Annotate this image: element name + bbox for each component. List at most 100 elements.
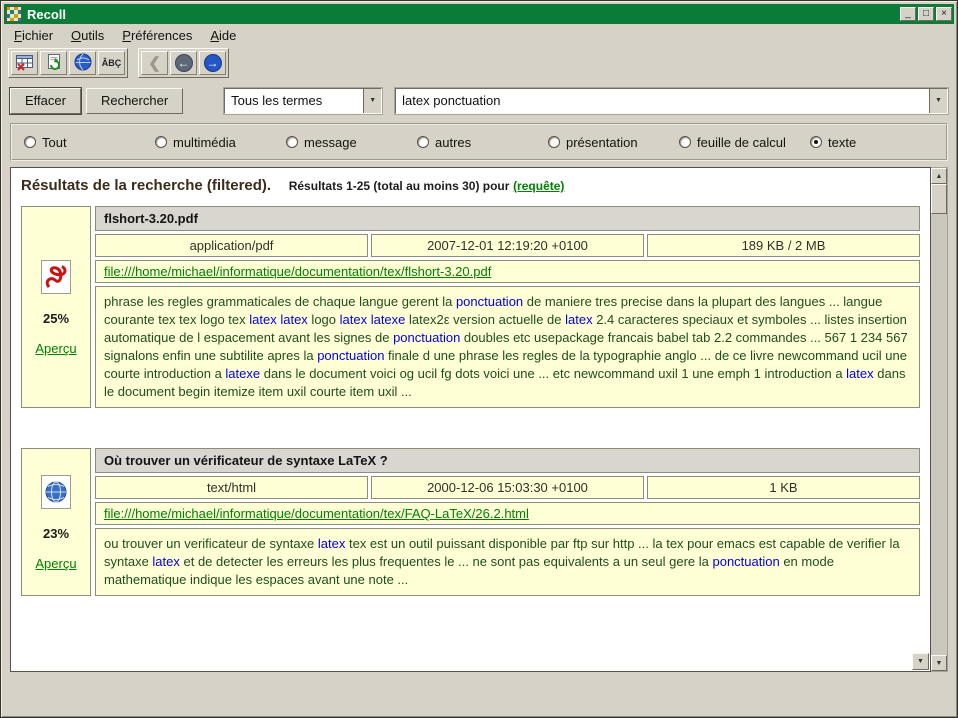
search-mode-select[interactable]: Tous les termes ▼ [224, 88, 382, 114]
html-icon [39, 473, 73, 511]
radio-icon [286, 136, 298, 148]
first-page-button[interactable]: ❮ [141, 51, 168, 75]
result-date: 2000-12-06 15:03:30 +0100 [371, 476, 644, 499]
result-side: 23% Aperçu [21, 448, 91, 596]
result-url-row: file:///home/michael/informatique/docume… [95, 260, 920, 283]
highlighted-term: ponctuation [712, 554, 779, 569]
relevance-percent: 25% [43, 311, 69, 326]
relevance-percent: 23% [43, 526, 69, 541]
search-bar: Effacer Rechercher Tous les termes ▼ ▼ [4, 87, 954, 114]
menu-preferences[interactable]: Préférences [122, 28, 192, 43]
filter-texte[interactable]: texte [810, 135, 941, 150]
update-index-button[interactable] [40, 51, 67, 75]
filter-autres[interactable]: autres [417, 135, 548, 150]
term-explorer-icon: ÂBÇ [102, 58, 122, 68]
term-explorer-button[interactable]: ÂBÇ [98, 51, 125, 75]
filter-label: Tout [42, 135, 67, 150]
globe-icon [74, 53, 92, 74]
radio-icon [417, 136, 429, 148]
highlighted-term: latex latexe [340, 312, 406, 327]
result-main: Où trouver un vérificateur de syntaxe La… [95, 448, 920, 596]
filter-feuille-de-calcul[interactable]: feuille de calcul [679, 135, 810, 150]
next-page-icon: → [204, 54, 222, 72]
radio-icon [155, 136, 167, 148]
result-abstract: ou trouver un verificateur de syntaxe la… [95, 528, 920, 596]
search-mode-arrow-button[interactable]: ▼ [363, 89, 381, 113]
filter-label: texte [828, 135, 856, 150]
result-list: 25% Aperçu flshort-3.20.pdf application/pdf… [11, 198, 930, 596]
highlighted-term: latex latex [249, 312, 308, 327]
next-page-button[interactable]: → [199, 51, 226, 75]
highlighted-term: ponctuation [393, 330, 460, 345]
results-summary: Résultats 1-25 (total au moins 30) pour [289, 179, 510, 193]
menu-outils[interactable]: Outils [71, 28, 104, 43]
scroll-track[interactable] [931, 214, 947, 655]
scroll-thumb[interactable] [931, 184, 947, 214]
filter-tout[interactable]: Tout [24, 135, 155, 150]
result-meta-row: application/pdf2007-12-01 12:19:20 +0100… [95, 234, 920, 257]
clear-search-button[interactable] [11, 51, 38, 75]
radio-checked-icon [810, 136, 822, 148]
result-main: flshort-3.20.pdf application/pdf2007-12-0… [95, 206, 920, 408]
result-abstract: phrase les regles grammaticales de chaqu… [95, 286, 920, 408]
abstract-text: latex2ε version actuelle de [405, 312, 565, 327]
titlebar[interactable]: Recoll _ □ × [4, 4, 954, 24]
query-link[interactable]: (requête) [513, 179, 564, 193]
query-details-button[interactable] [69, 51, 96, 75]
search-history-arrow-button[interactable]: ▼ [929, 89, 947, 113]
search-input[interactable] [396, 89, 929, 113]
result-url-link[interactable]: file:///home/michael/informatique/docume… [104, 506, 529, 521]
menu-aide[interactable]: Aide [210, 28, 236, 43]
result-mime: application/pdf [95, 234, 368, 257]
filter-multimedia[interactable]: multimédia [155, 135, 286, 150]
results-area: Résultats de la recherche (filtered). Ré… [10, 167, 948, 672]
toolbar-group-nav: ❮ ← → [138, 48, 229, 78]
pdf-icon [39, 258, 73, 296]
radio-icon [679, 136, 691, 148]
preview-link[interactable]: Aperçu [35, 341, 76, 356]
result-side: 25% Aperçu [21, 206, 91, 408]
result-mime: text/html [95, 476, 368, 499]
preview-link[interactable]: Aperçu [35, 556, 76, 571]
toolbar: ÂBÇ ❮ ← → [4, 47, 954, 79]
prev-page-button[interactable]: ← [170, 51, 197, 75]
result-size: 1 KB [647, 476, 920, 499]
abstract-text: ou trouver un verificateur de syntaxe [104, 536, 318, 551]
abstract-text: logo [308, 312, 340, 327]
scroll-up-button[interactable]: ▲ [931, 168, 947, 184]
search-mode-value: Tous les termes [225, 93, 363, 108]
clear-button[interactable]: Effacer [10, 88, 81, 114]
chevron-down-icon: ▼ [935, 97, 942, 104]
filter-presentation[interactable]: présentation [548, 135, 679, 150]
filter-label: message [304, 135, 357, 150]
search-button[interactable]: Rechercher [86, 88, 183, 114]
result-title: Où trouver un vérificateur de syntaxe La… [95, 448, 920, 473]
toolbar-group-main: ÂBÇ [8, 48, 128, 78]
highlighted-term: ponctuation [317, 348, 384, 363]
highlighted-term: latex [846, 366, 873, 381]
filter-label: multimédia [173, 135, 236, 150]
result-url-row: file:///home/michael/informatique/docume… [95, 502, 920, 525]
result-date: 2007-12-01 12:19:20 +0100 [371, 234, 644, 257]
highlighted-term: latex [318, 536, 345, 551]
inner-scroll-down-button[interactable]: ▼ [912, 653, 929, 670]
minimize-button[interactable]: _ [900, 7, 916, 21]
radio-icon [24, 136, 36, 148]
results-scrollbar[interactable]: ▲ ▼ [931, 167, 948, 672]
abstract-text: dans le document voici og ucil fg dots v… [260, 366, 846, 381]
result-title: flshort-3.20.pdf [95, 206, 920, 231]
app-icon [6, 6, 22, 22]
scroll-down-button[interactable]: ▼ [931, 655, 947, 671]
menu-fichier[interactable]: Fichier [14, 28, 53, 43]
clear-search-icon [15, 53, 35, 74]
filter-message[interactable]: message [286, 135, 417, 150]
category-filter: Tout multimédia message autres présentat… [10, 123, 948, 161]
close-button[interactable]: × [936, 7, 952, 21]
results-title: Résultats de la recherche (filtered). [21, 177, 271, 194]
highlighted-term: latex [565, 312, 592, 327]
filter-label: présentation [566, 135, 638, 150]
result-url-link[interactable]: file:///home/michael/informatique/docume… [104, 264, 491, 279]
result-card: 23% Aperçu Où trouver un vérificateur de s… [21, 448, 920, 596]
highlighted-term: ponctuation [456, 294, 523, 309]
maximize-button[interactable]: □ [918, 7, 934, 21]
